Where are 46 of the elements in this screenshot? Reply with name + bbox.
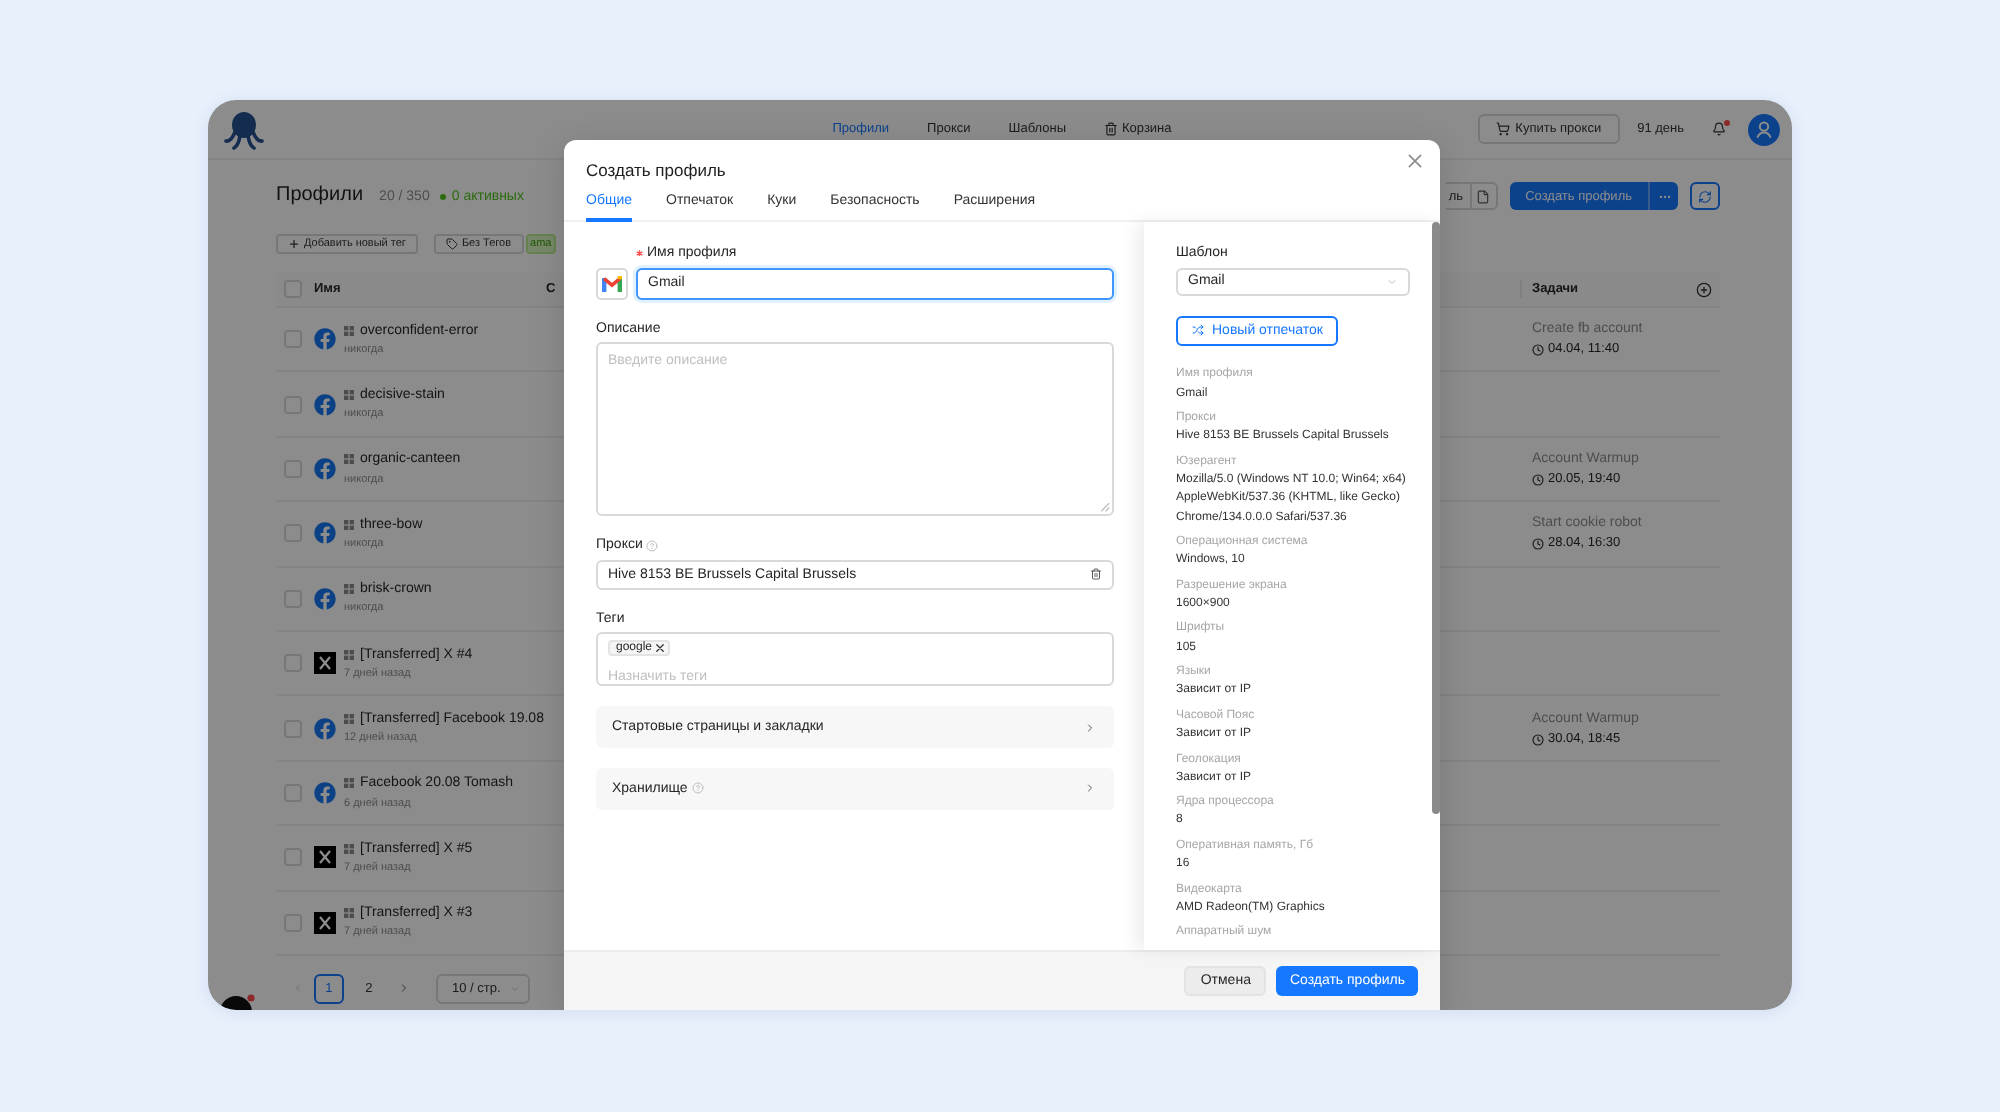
close-icon (1408, 154, 1422, 168)
octopus-logo-icon[interactable] (224, 109, 264, 149)
m-logo-icon[interactable] (596, 267, 628, 299)
chat-launcher-icon[interactable] (220, 994, 256, 1010)
x-square-icon (314, 652, 336, 675)
document-button[interactable] (1469, 182, 1498, 210)
page-title: Профили (276, 182, 364, 210)
avatar-icon[interactable] (1748, 113, 1780, 145)
trash-icon[interactable] (1090, 568, 1102, 580)
status-dot-icon (439, 193, 446, 199)
four-squares-icon (344, 389, 354, 400)
four-squares-icon (344, 778, 354, 789)
clock-icon (1532, 344, 1544, 357)
next-page-button[interactable] (397, 982, 410, 995)
plus-icon (288, 238, 300, 250)
clock-icon (1532, 733, 1544, 746)
four-squares-icon (344, 908, 354, 919)
x-square-icon (314, 846, 336, 869)
four-squares-icon (344, 843, 354, 854)
clock-icon (1532, 538, 1544, 551)
notifications-button[interactable] (1712, 122, 1726, 136)
four-squares-icon (344, 649, 354, 659)
four-squares-icon (344, 584, 354, 595)
x-square-icon (314, 911, 336, 934)
remove-icon[interactable] (656, 644, 665, 652)
clock-icon (1532, 473, 1544, 486)
cart-icon (1495, 122, 1510, 136)
tag-icon (445, 238, 458, 250)
bell-icon (1712, 122, 1726, 136)
shuffle-icon (1192, 324, 1204, 337)
four-squares-icon (344, 713, 354, 724)
close-button[interactable] (1408, 154, 1422, 168)
document-icon (1476, 189, 1491, 203)
four-squares-icon (344, 325, 354, 336)
chevron-down-icon (1386, 275, 1398, 288)
dialog-title: Создать профиль (586, 160, 726, 180)
refresh-icon (1698, 189, 1712, 203)
resize-handle-icon (1100, 502, 1110, 512)
refresh-button[interactable] (1690, 182, 1720, 210)
add-column-icon[interactable] (1696, 281, 1712, 297)
more-button[interactable] (1648, 182, 1678, 210)
scrollbar-thumb[interactable] (1432, 222, 1440, 814)
chevron-right-icon (397, 982, 410, 995)
four-squares-icon (344, 519, 354, 530)
trash-icon (1104, 122, 1118, 136)
four-squares-icon (344, 454, 354, 465)
